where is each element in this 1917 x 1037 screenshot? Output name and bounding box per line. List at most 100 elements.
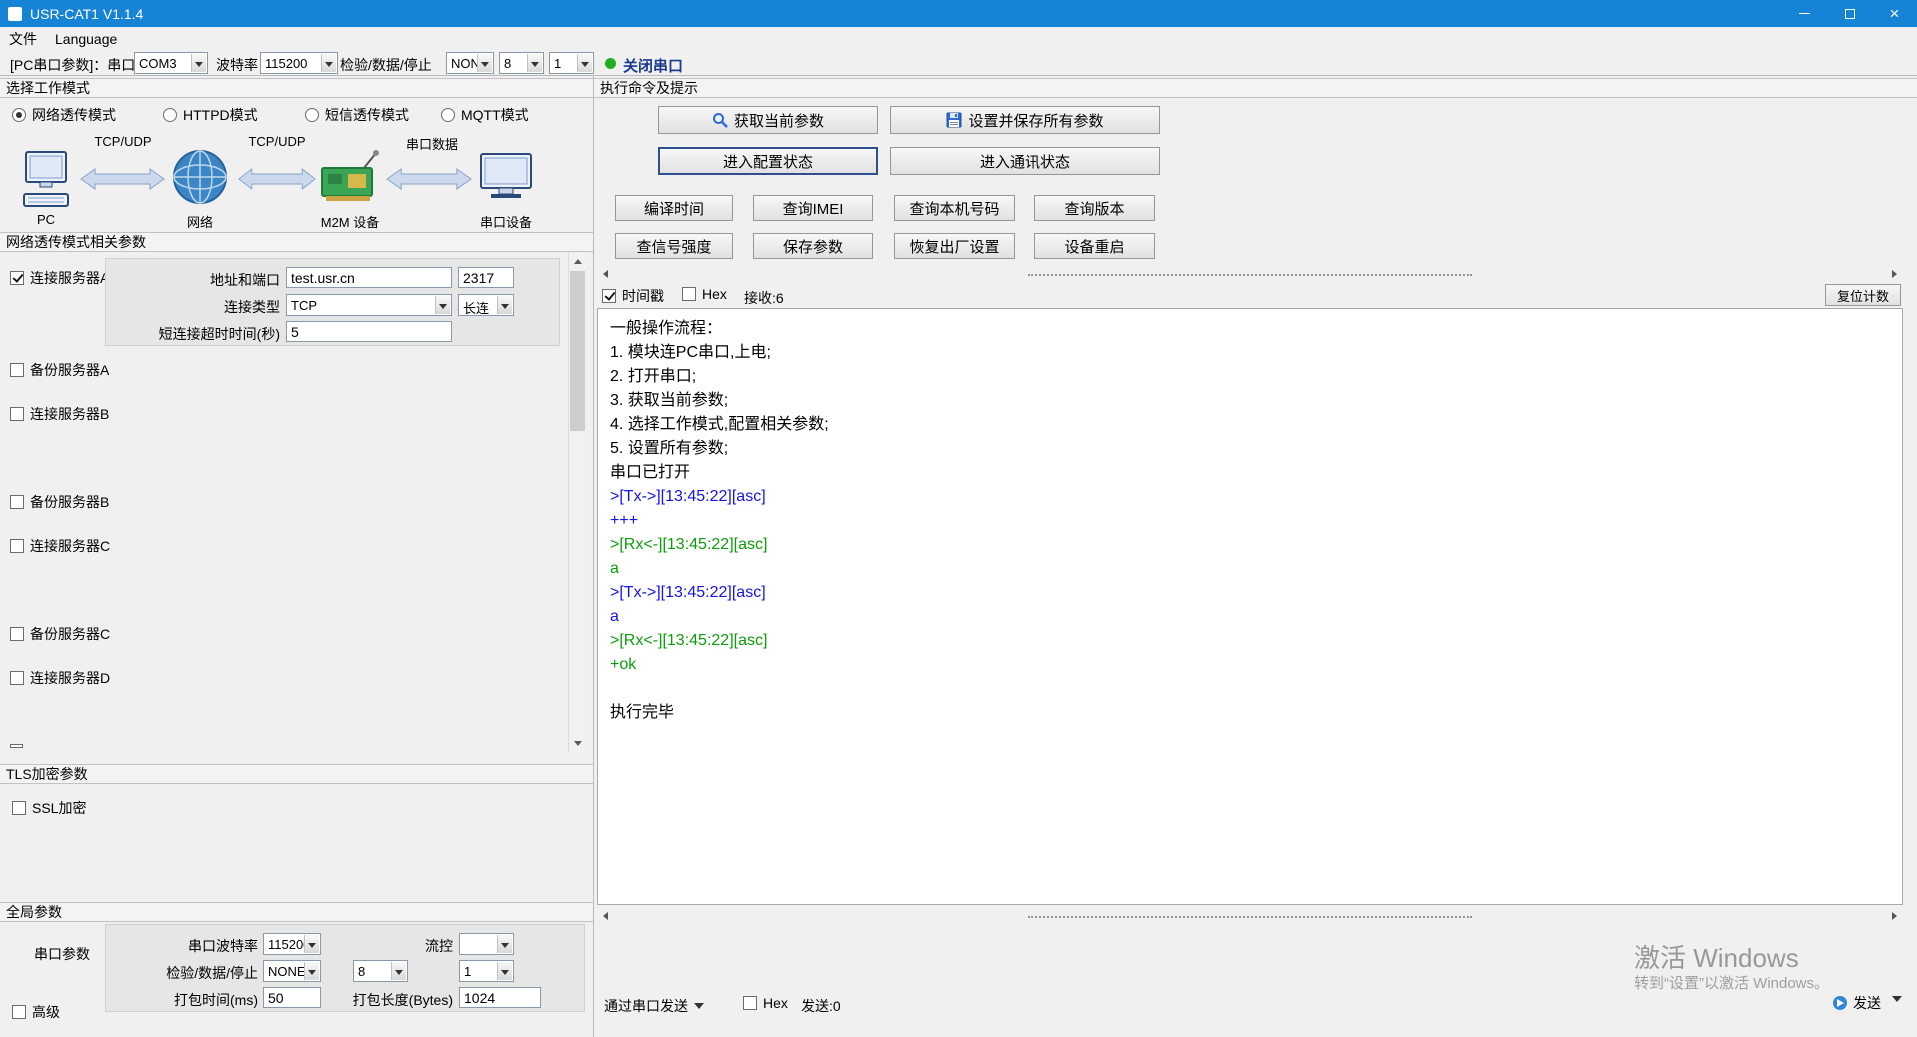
button-label: 进入通讯状态: [980, 151, 1070, 172]
keepalive-select[interactable]: 长连: [458, 294, 514, 316]
get-params-button[interactable]: 获取当前参数: [658, 106, 878, 134]
button-label: 恢复出厂设置: [909, 236, 999, 257]
timeout-input[interactable]: [286, 321, 452, 342]
global-parity-select[interactable]: NONE: [263, 960, 321, 982]
enter-config-state-button[interactable]: 进入配置状态: [658, 147, 878, 175]
dropdown-arrow-icon: [391, 962, 406, 980]
serial-toolbar: [PC串口参数]：串口号 COM3 波特率 115200 检验/数据/停止 NO…: [0, 51, 1917, 76]
global-params-box: 串口波特率 115200 流控 检验/数据/停止 NONE 8 1: [105, 924, 585, 1012]
global-baud-select[interactable]: 115200: [263, 933, 321, 955]
radio-net-transparent-mode[interactable]: 网络透传模式: [12, 105, 116, 125]
pack-length-label: 打包长度(Bytes): [326, 990, 453, 1010]
bottom-splitter[interactable]: [597, 911, 1903, 922]
send-button[interactable]: 发送: [1832, 993, 1902, 1013]
compile-time-button[interactable]: 编译时间: [615, 195, 733, 221]
reset-counter-button[interactable]: 复位计数: [1825, 284, 1901, 306]
query-local-number-button[interactable]: 查询本机号码: [894, 195, 1015, 221]
pack-length-input[interactable]: [459, 987, 541, 1008]
global-params-header: 全局参数: [0, 902, 593, 922]
global-stopbits-select[interactable]: 1: [459, 960, 514, 982]
network-globe-icon: [171, 148, 229, 206]
checkbox-send-hex[interactable]: Hex: [743, 995, 788, 1011]
close-button[interactable]: ×: [1872, 0, 1917, 27]
flow-control-label: 流控: [356, 936, 453, 956]
dropdown-arrow-icon: [304, 962, 319, 980]
set-save-params-button[interactable]: 设置并保存所有参数: [890, 106, 1160, 134]
databits-select[interactable]: 8: [499, 52, 544, 74]
checkbox-label: Hex: [763, 995, 788, 1011]
checkbox-server-a[interactable]: 连接服务器A: [10, 268, 109, 288]
scrollbar-thumb[interactable]: [570, 271, 585, 431]
parity-select[interactable]: NONE: [446, 52, 494, 74]
dropdown-arrow-icon: [304, 935, 319, 953]
checkbox-server-c[interactable]: 连接服务器C: [10, 536, 110, 556]
pack-time-input[interactable]: [263, 987, 321, 1008]
send-count: 发送:0: [801, 996, 841, 1016]
chevron-down-icon: [1892, 996, 1902, 1007]
flow-control-select[interactable]: [459, 933, 514, 955]
minimize-button[interactable]: [1782, 0, 1827, 27]
checkbox-backup-server-b[interactable]: 备份服务器B: [10, 492, 109, 512]
checkbox-server-b[interactable]: 连接服务器B: [10, 404, 109, 424]
checkbox-server-d[interactable]: 连接服务器D: [10, 668, 110, 688]
tls-header: TLS加密参数: [0, 764, 593, 784]
checkbox-icon: [12, 801, 26, 815]
checkbox-icon: [10, 271, 24, 285]
tcp-udp-label: TCP/UDP: [238, 134, 316, 149]
baud-select[interactable]: 115200: [260, 52, 338, 74]
scroll-up-icon[interactable]: [569, 252, 586, 269]
checkbox-icon: [10, 363, 24, 377]
serial-params-group-label: 串口参数: [34, 944, 90, 964]
com-port-select[interactable]: COM3: [134, 52, 208, 74]
checkbox-label: 连接服务器A: [30, 268, 109, 288]
global-databits-value: 8: [358, 964, 391, 979]
checkbox-backup-server-a[interactable]: 备份服务器A: [10, 360, 109, 380]
pc-label: PC: [20, 212, 72, 227]
checkbox-advanced[interactable]: 高级: [12, 1002, 60, 1022]
serial-device-label: 串口设备: [476, 212, 536, 231]
server-address-input[interactable]: [286, 267, 452, 288]
menubar: 文件 Language: [0, 27, 1917, 51]
top-splitter[interactable]: [597, 269, 1903, 280]
parity-data-stop-label: 检验/数据/停止: [340, 55, 432, 75]
device-restart-button[interactable]: 设备重启: [1034, 233, 1155, 259]
checkbox-timestamp[interactable]: 时间戳: [602, 286, 664, 306]
tcp-udp-label: TCP/UDP: [84, 134, 162, 149]
close-port-button[interactable]: 关闭串口: [623, 55, 683, 76]
checkbox-label: 连接服务器D: [30, 668, 110, 688]
radio-icon: [163, 108, 177, 122]
enter-comm-state-button[interactable]: 进入通讯状态: [890, 147, 1160, 175]
checkbox-backup-server-c[interactable]: 备份服务器C: [10, 624, 110, 644]
radio-sms-mode[interactable]: 短信透传模式: [305, 105, 409, 125]
global-databits-select[interactable]: 8: [353, 960, 408, 982]
server-port-input[interactable]: [458, 267, 514, 288]
dropdown-arrow-icon: [497, 935, 512, 953]
log-area[interactable]: 一般操作流程： 1. 模块连PC串口,上电; 2. 打开串口; 3. 获取当前参…: [597, 308, 1903, 905]
checkbox-ssl[interactable]: SSL加密: [12, 798, 86, 818]
dropdown-arrow-icon: [577, 54, 592, 72]
send-via-serial-dropdown[interactable]: 通过串口发送: [604, 996, 704, 1016]
factory-reset-button[interactable]: 恢复出厂设置: [894, 233, 1015, 259]
global-baud-label: 串口波特率: [114, 936, 258, 956]
query-imei-button[interactable]: 查询IMEI: [753, 195, 873, 221]
send-icon: [1832, 995, 1848, 1011]
conn-type-select[interactable]: TCP: [286, 294, 452, 316]
query-signal-button[interactable]: 查信号强度: [615, 233, 733, 259]
server-list-scrollbar[interactable]: [568, 252, 585, 752]
log-line: 串口已打开: [610, 461, 1890, 485]
right-panel: 执行命令及提示 获取当前参数 设置并保存所有参数 进入配置状态 进入通讯状态: [594, 76, 1917, 1037]
radio-httpd-mode[interactable]: HTTPD模式: [163, 105, 258, 125]
scroll-down-icon[interactable]: [569, 735, 586, 752]
radio-mqtt-mode[interactable]: MQTT模式: [441, 105, 529, 125]
save-params-button[interactable]: 保存参数: [753, 233, 873, 259]
stopbits-select[interactable]: 1: [549, 52, 594, 74]
conn-type-label: 连接类型: [114, 297, 280, 317]
menu-language[interactable]: Language: [46, 27, 126, 51]
m2m-label: M2M 设备: [300, 212, 400, 231]
dropdown-arrow-icon: [191, 54, 206, 72]
query-version-button[interactable]: 查询版本: [1034, 195, 1155, 221]
menu-file[interactable]: 文件: [0, 27, 46, 51]
checkbox-recv-hex[interactable]: Hex: [682, 286, 727, 302]
m2m-device-icon: [318, 148, 380, 206]
maximize-button[interactable]: [1827, 0, 1872, 27]
